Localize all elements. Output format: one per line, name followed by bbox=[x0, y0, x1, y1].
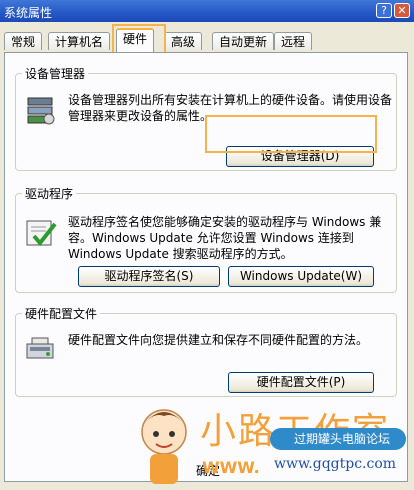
device-manager-button[interactable]: 设备管理器(D) bbox=[226, 146, 374, 167]
hardware-profiles-description: 硬件配置文件向您提供建立和保存不同硬件配置的方法。 bbox=[68, 333, 369, 347]
tab-strip: 常规 计算机名 硬件 高级 自动更新 远程 bbox=[4, 28, 408, 52]
cartoon-mascot-icon bbox=[141, 409, 187, 484]
tab-computer-name[interactable]: 计算机名 bbox=[48, 32, 111, 50]
drivers-group: 驱动程序 驱动程序签名使您能够确定安装的驱动程序与 Windows 兼容。Win… bbox=[15, 185, 397, 293]
help-button[interactable]: ? bbox=[376, 3, 392, 18]
tab-general[interactable]: 常规 bbox=[4, 32, 43, 50]
tab-remote[interactable]: 远程 bbox=[274, 32, 313, 50]
device-manager-legend: 设备管理器 bbox=[25, 67, 86, 81]
windows-update-button[interactable]: Windows Update(W) bbox=[228, 266, 374, 287]
tab-advanced[interactable]: 高级 bbox=[164, 32, 203, 50]
hardware-profiles-group: 硬件配置文件 硬件配置文件向您提供建立和保存不同硬件配置的方法。 硬件配置文件(… bbox=[15, 305, 397, 397]
hardware-profile-icon bbox=[26, 337, 54, 359]
site-watermark: 小路工作室 过期罐头电脑论坛 WWW. www.gqgtpc.com bbox=[134, 398, 414, 490]
device-manager-icon bbox=[27, 97, 55, 125]
forum-badge: 过期罐头电脑论坛 bbox=[270, 428, 406, 450]
tab-hardware[interactable]: 硬件 bbox=[116, 28, 155, 52]
hardware-profiles-legend: 硬件配置文件 bbox=[25, 307, 98, 321]
forum-url: www.gqgtpc.com bbox=[274, 456, 397, 472]
hardware-profiles-button[interactable]: 硬件配置文件(P) bbox=[228, 372, 374, 393]
drivers-description: 驱动程序签名使您能够确定安装的驱动程序与 Windows 兼容。Windows … bbox=[68, 215, 382, 261]
driver-signing-icon bbox=[26, 220, 57, 247]
device-manager-group: 设备管理器 设备管理器列出所有安装在计算机上的硬件设备。请使用设备管理器来更改设… bbox=[15, 65, 397, 171]
window-title: 系统属性 bbox=[4, 6, 53, 20]
close-button[interactable]: ✕ bbox=[394, 3, 410, 18]
watermark-www: WWW. bbox=[202, 458, 260, 477]
title-bar: 系统属性 ? ✕ bbox=[0, 0, 414, 22]
driver-signing-button[interactable]: 驱动程序签名(S) bbox=[78, 266, 220, 287]
tab-automatic-updates[interactable]: 自动更新 bbox=[212, 32, 275, 50]
drivers-legend: 驱动程序 bbox=[25, 187, 74, 201]
device-manager-description: 设备管理器列出所有安装在计算机上的硬件设备。请使用设备管理器来更改设备的属性。 bbox=[68, 93, 393, 123]
